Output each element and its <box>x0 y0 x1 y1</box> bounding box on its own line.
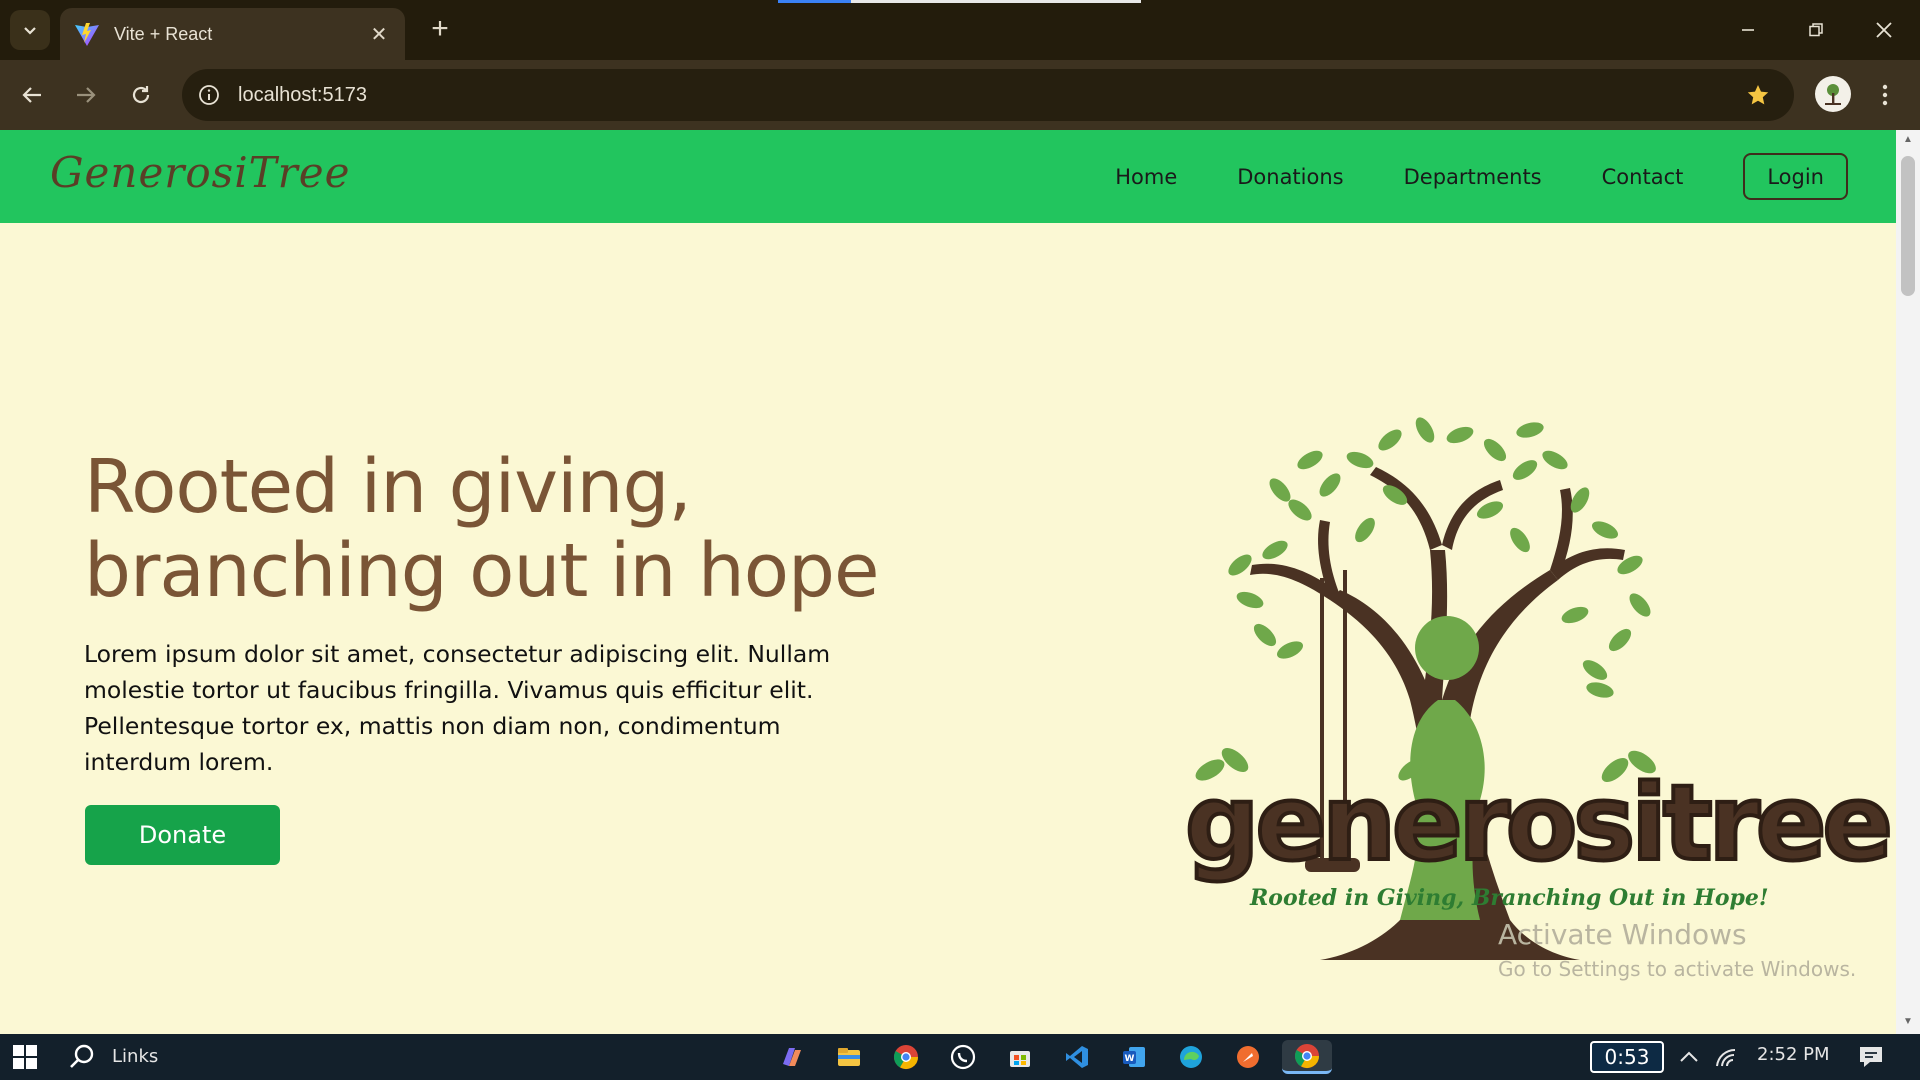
minimize-icon <box>1742 29 1754 31</box>
chrome-active-icon[interactable] <box>1282 1040 1332 1074</box>
tab-loading-indicator <box>778 0 851 3</box>
edge-icon[interactable] <box>1174 1040 1208 1074</box>
taskbar-search-label[interactable]: Links <box>112 1046 158 1067</box>
close-icon <box>1876 22 1892 38</box>
restore-button[interactable] <box>1786 8 1846 52</box>
logo-tagline: Rooted in Giving, Branching Out in Hope! <box>1250 885 1769 911</box>
tab-title: Vite + React <box>114 23 213 44</box>
page-scrollbar[interactable]: ▲ ▼ <box>1896 130 1920 1034</box>
restore-icon <box>1809 23 1823 37</box>
windows-taskbar: Links W 0:53 2:52 PM <box>0 1034 1920 1080</box>
store-icon[interactable] <box>1003 1040 1037 1074</box>
page-viewport: GenerosiTree Home Donations Departments … <box>0 130 1920 1034</box>
vite-icon <box>75 23 99 46</box>
nav-link-donations[interactable]: Donations <box>1237 165 1343 189</box>
tree-figure-head <box>1415 616 1479 680</box>
hero-description: Lorem ipsum dolor sit amet, consectetur … <box>84 640 831 776</box>
browser-menu-button[interactable] <box>1870 75 1900 115</box>
nav-links: Home Donations Departments Contact Login <box>1055 153 1848 200</box>
new-tab-button[interactable]: + <box>424 14 456 46</box>
browser-toolbar: localhost:5173 <box>0 60 1920 130</box>
address-bar[interactable]: localhost:5173 <box>182 69 1794 121</box>
browser-tabstrip: Vite + React ✕ + <box>0 0 1920 60</box>
donate-button[interactable]: Donate <box>85 805 280 865</box>
recording-timer[interactable]: 0:53 <box>1590 1041 1664 1073</box>
info-icon <box>199 85 219 105</box>
browser-tab[interactable]: Vite + React ✕ <box>60 8 405 60</box>
scroll-down-arrow-icon[interactable]: ▼ <box>1902 1016 1914 1028</box>
windows-activation-watermark: Activate Windows Go to Settings to activ… <box>1498 918 1856 981</box>
watermark-title: Activate Windows <box>1498 918 1747 951</box>
back-button[interactable] <box>12 75 52 115</box>
bookmark-button[interactable] <box>1740 77 1776 113</box>
arrow-left-icon <box>22 87 41 103</box>
tab-close-icon[interactable]: ✕ <box>367 22 391 46</box>
forward-button[interactable] <box>66 75 106 115</box>
copilot-icon[interactable] <box>775 1040 809 1074</box>
site-info-button[interactable] <box>194 80 224 110</box>
search-icon[interactable] <box>68 1043 96 1071</box>
tree-avatar-icon <box>1825 84 1841 105</box>
reload-button[interactable] <box>121 75 161 115</box>
chevron-down-icon <box>24 27 36 35</box>
tab-loading-track <box>851 0 1141 3</box>
file-explorer-icon[interactable] <box>832 1040 866 1074</box>
word-icon[interactable]: W <box>1117 1040 1151 1074</box>
window-close-button[interactable] <box>1854 8 1914 52</box>
kebab-menu-icon <box>1882 84 1888 106</box>
whatsapp-icon[interactable] <box>946 1040 980 1074</box>
vscode-icon[interactable] <box>1060 1040 1094 1074</box>
arrow-right-icon <box>77 87 96 103</box>
taskbar-clock[interactable]: 2:52 PM <box>1757 1044 1830 1065</box>
star-icon <box>1747 85 1769 105</box>
hero-title-line1: Rooted in giving, <box>84 444 692 530</box>
notification-icon[interactable] <box>1858 1045 1884 1069</box>
watermark-subtitle: Go to Settings to activate Windows. <box>1498 957 1857 981</box>
site-navbar: GenerosiTree Home Donations Departments … <box>0 130 1896 223</box>
address-url[interactable]: localhost:5173 <box>238 84 1740 107</box>
login-button[interactable]: Login <box>1743 153 1848 200</box>
nav-link-departments[interactable]: Departments <box>1404 165 1542 189</box>
reload-icon <box>132 86 150 104</box>
nav-link-contact[interactable]: Contact <box>1602 165 1684 189</box>
tab-search-button[interactable] <box>10 10 50 50</box>
profile-avatar[interactable] <box>1815 76 1851 112</box>
nav-link-home[interactable]: Home <box>1115 165 1177 189</box>
chrome-icon[interactable] <box>889 1040 923 1074</box>
minimize-button[interactable] <box>1718 8 1778 52</box>
site-brand[interactable]: GenerosiTree <box>50 148 350 197</box>
hero-title-line2: branching out in hope <box>84 528 880 614</box>
windows-start-icon[interactable] <box>12 1044 38 1070</box>
wifi-icon[interactable] <box>1714 1046 1738 1068</box>
hero-title: Rooted in giving, branching out in hope <box>84 445 984 613</box>
scroll-up-arrow-icon[interactable]: ▲ <box>1902 134 1914 146</box>
scroll-thumb[interactable] <box>1901 156 1915 296</box>
postman-icon[interactable] <box>1231 1040 1265 1074</box>
logo-wordmark: generositree <box>1183 760 1895 886</box>
chevron-up-icon[interactable] <box>1678 1046 1700 1068</box>
svg-text:W: W <box>1125 1054 1135 1064</box>
